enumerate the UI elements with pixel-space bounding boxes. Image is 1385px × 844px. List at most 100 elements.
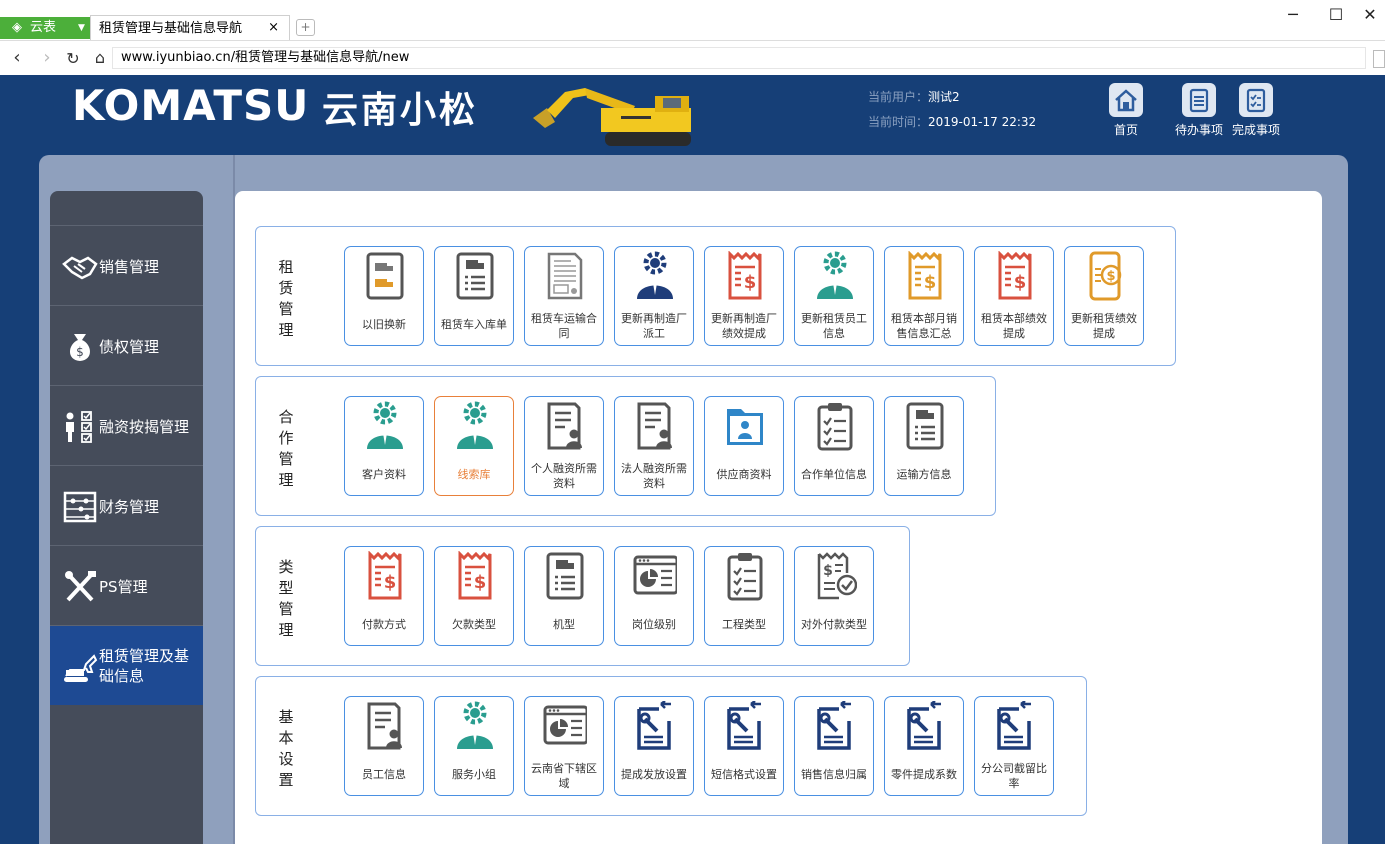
card-label: 供应商资料 [716, 468, 772, 481]
truck-list-icon [546, 552, 584, 600]
nav-home-label: 首页 [1113, 123, 1138, 137]
card-truck-list[interactable]: 租赁车入库单 [434, 246, 514, 346]
minimize-icon[interactable]: ─ [1283, 5, 1303, 24]
card-truck-list[interactable]: 运输方信息 [884, 396, 964, 496]
card-label: 更新租赁员工信息 [801, 312, 867, 340]
card-person-doc[interactable]: 法人融资所需资料 [614, 396, 694, 496]
sidebar-item-financing[interactable]: 融资按揭管理 [50, 385, 203, 465]
group-title: 类型管理 [278, 558, 294, 639]
checklist-person-icon [66, 411, 92, 443]
sidebar-item-label: 租赁管理及基础信息 [99, 647, 190, 685]
group-title: 租赁管理 [278, 258, 294, 339]
card-label: 服务小组 [452, 768, 496, 781]
sidebar-item-ps[interactable]: PS管理 [50, 545, 203, 625]
card-label: 更新再制造厂派工 [621, 312, 687, 340]
sidebar-item-label: 销售管理 [99, 258, 160, 276]
nav-done[interactable]: 完成事项 [1226, 83, 1286, 138]
url-domain: www.iyunbiao.cn [121, 50, 231, 65]
tab-close-icon[interactable]: × [268, 16, 279, 39]
employee-gear-icon [817, 251, 853, 299]
card-dollar-phone[interactable]: $ 更新租赁绩效提成 [1064, 246, 1144, 346]
maximize-icon[interactable]: ☐ [1326, 5, 1346, 24]
content-panel: 租赁管理以旧换新 租赁车入库单 租赁车运输合同 更新再制造厂派工 $ 更新再制造厂绩效提成… [235, 191, 1322, 844]
browser-tab[interactable]: 租赁管理与基础信息导航 × [90, 15, 290, 40]
card-label: 零件提成系数 [891, 768, 957, 781]
card-wrench-doc[interactable]: 短信格式设置 [704, 696, 784, 796]
wrench-doc-icon [637, 701, 671, 750]
card-label: 机型 [553, 618, 575, 631]
svg-text:$: $ [384, 572, 397, 593]
card-chart-window[interactable]: 云南省下辖区域 [524, 696, 604, 796]
new-tab-button[interactable]: + [296, 19, 315, 36]
sidebar-item-debt[interactable]: $ 债权管理 [50, 305, 203, 385]
card-label: 欠款类型 [452, 618, 496, 631]
card-label: 员工信息 [362, 768, 406, 781]
brand-cn: 云南小松 [322, 90, 479, 131]
card-label: 租赁本部月销售信息汇总 [891, 312, 957, 340]
forward-icon[interactable]: › [36, 47, 58, 68]
close-window-icon[interactable]: ✕ [1360, 5, 1380, 24]
money-bag-icon: $ [70, 334, 90, 361]
card-wrench-doc[interactable]: 零件提成系数 [884, 696, 964, 796]
sidebar-item-finance[interactable]: 财务管理 [50, 465, 203, 545]
card-contract[interactable]: 租赁车运输合同 [524, 246, 604, 346]
url-input[interactable]: www.iyunbiao.cn/租赁管理与基础信息导航/new [112, 47, 1366, 69]
nav-todo[interactable]: 待办事项 [1169, 83, 1229, 138]
card-label: 以旧换新 [362, 318, 406, 331]
card-dollar-receipt[interactable]: $ 欠款类型 [434, 546, 514, 646]
card-dollar-check[interactable]: $ 对外付款类型 [794, 546, 874, 646]
card-dollar-receipt[interactable]: $ 租赁本部月销售信息汇总 [884, 246, 964, 346]
yunbiao-logo-icon: ◈ [12, 20, 22, 35]
dollar-receipt-icon: $ [458, 551, 492, 600]
card-employee-gear[interactable]: 更新租赁员工信息 [794, 246, 874, 346]
dollar-receipt-icon: $ [998, 251, 1032, 300]
card-label: 分公司截留比率 [981, 762, 1047, 790]
group-title: 基本设置 [278, 708, 294, 789]
nav-home[interactable]: 首页 [1096, 83, 1156, 138]
sidebar-item-leasing[interactable]: 租赁管理及基础信息 [50, 625, 203, 705]
sidebar-item-sales[interactable]: 销售管理 [50, 225, 203, 305]
reload-icon[interactable]: ↻ [62, 49, 84, 68]
svg-text:$: $ [924, 272, 937, 293]
card-dollar-receipt[interactable]: $ 租赁本部绩效提成 [974, 246, 1054, 346]
card-dollar-receipt[interactable]: $ 付款方式 [344, 546, 424, 646]
komatsu-logo: KOMATSU [72, 81, 310, 130]
dollar-receipt-icon: $ [368, 551, 402, 600]
chevron-down-icon: ▼ [78, 23, 85, 33]
clipboard-list-icon [1182, 83, 1216, 117]
card-folder-person[interactable]: 供应商资料 [704, 396, 784, 496]
truck-list-icon [456, 252, 494, 300]
card-employee-gear[interactable]: 服务小组 [434, 696, 514, 796]
card-wrench-doc[interactable]: 分公司截留比率 [974, 696, 1054, 796]
card-label: 销售信息归属 [801, 768, 867, 781]
card-employee-gear[interactable]: 客户资料 [344, 396, 424, 496]
card-person-doc[interactable]: 员工信息 [344, 696, 424, 796]
card-wrench-doc[interactable]: 销售信息归属 [794, 696, 874, 796]
svg-text:$: $ [823, 563, 833, 579]
app-menu-button[interactable]: ◈ 云表 ▼ [0, 17, 90, 39]
card-chart-window[interactable]: 岗位级别 [614, 546, 694, 646]
card-wrench-doc[interactable]: 提成发放设置 [614, 696, 694, 796]
card-label: 运输方信息 [896, 468, 952, 481]
excavator-icon [64, 654, 98, 682]
sidebar-item-label: 债权管理 [99, 338, 160, 356]
card-clipboard-check[interactable]: 合作单位信息 [794, 396, 874, 496]
card-dollar-receipt[interactable]: $ 更新再制造厂绩效提成 [704, 246, 784, 346]
page-menu-icon[interactable] [1373, 50, 1385, 68]
person-doc-icon [637, 402, 672, 450]
card-employee-gear[interactable]: 线索库 [434, 396, 514, 496]
nav-todo-label: 待办事项 [1174, 123, 1223, 137]
back-icon[interactable]: ‹ [6, 47, 28, 68]
truck-doc-icon [366, 252, 404, 300]
home-icon[interactable]: ⌂ [89, 48, 111, 67]
chart-window-icon [633, 555, 677, 595]
card-truck-list[interactable]: 机型 [524, 546, 604, 646]
employee-gear-icon [367, 401, 403, 449]
card-clipboard-check[interactable]: 工程类型 [704, 546, 784, 646]
address-bar-row: ‹ › ↻ ⌂ www.iyunbiao.cn/租赁管理与基础信息导航/new [0, 40, 1385, 75]
card-truck-doc[interactable]: 以旧换新 [344, 246, 424, 346]
card-worker-gear[interactable]: 更新再制造厂派工 [614, 246, 694, 346]
card-label: 短信格式设置 [711, 768, 777, 781]
card-person-doc[interactable]: 个人融资所需资料 [524, 396, 604, 496]
nav-done-label: 完成事项 [1231, 123, 1280, 137]
